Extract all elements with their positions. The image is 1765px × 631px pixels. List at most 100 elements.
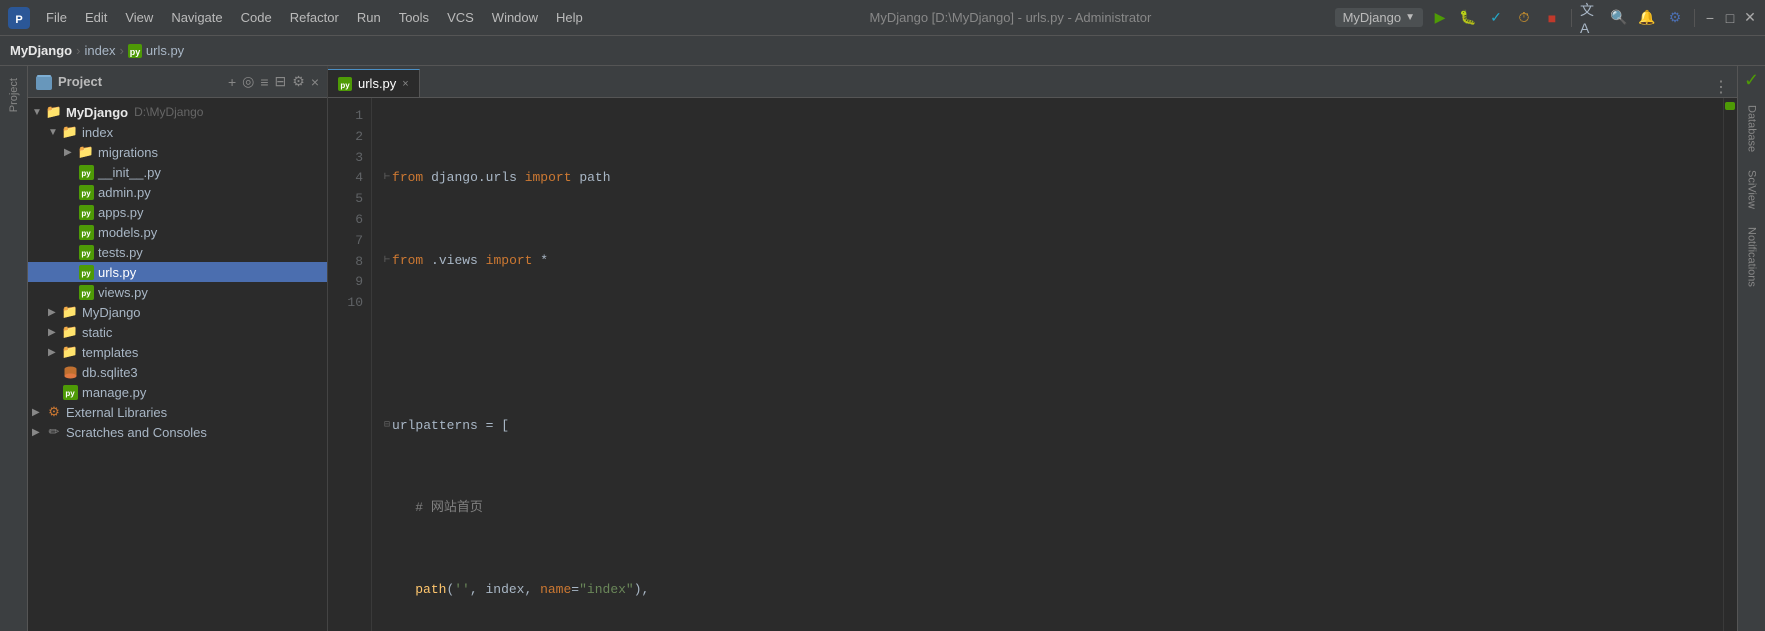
- models-file-name: models.py: [98, 225, 157, 240]
- tree-index-folder[interactable]: ▼ 📁 index: [28, 122, 327, 142]
- breadcrumb-folder[interactable]: index: [84, 43, 115, 58]
- tree-views[interactable]: ▶ py views.py: [28, 282, 327, 302]
- notifications-panel-button[interactable]: Notifications: [1744, 219, 1760, 295]
- tab-bar: py urls.py × ⋮: [328, 66, 1737, 98]
- locate-icon[interactable]: ◎: [242, 73, 254, 90]
- tests-file-name: tests.py: [98, 245, 143, 260]
- templates-folder-name: templates: [82, 345, 138, 360]
- tree-apps[interactable]: ▶ py apps.py: [28, 202, 327, 222]
- static-folder-name: static: [82, 325, 112, 340]
- toolbar-separator: [1571, 9, 1572, 27]
- profile-button[interactable]: ⏱: [1513, 7, 1535, 29]
- root-folder-icon: 📁: [46, 104, 62, 120]
- svg-text:py: py: [81, 249, 91, 258]
- tab-overflow-menu[interactable]: ⋮: [1705, 77, 1737, 97]
- coverage-button[interactable]: ✓: [1485, 7, 1507, 29]
- menu-run[interactable]: Run: [349, 8, 389, 27]
- tree-static[interactable]: ▶ 📁 static: [28, 322, 327, 342]
- run-config-name: MyDjango: [1343, 10, 1402, 25]
- static-folder-icon: 📁: [62, 324, 78, 340]
- tests-file-icon: py: [78, 244, 94, 260]
- index-arrow: ▼: [48, 127, 62, 138]
- translate-button[interactable]: 文A: [1580, 7, 1602, 29]
- menu-help[interactable]: Help: [548, 8, 591, 27]
- views-file-name: views.py: [98, 285, 148, 300]
- tree-view: ▼ 📁 MyDjango D:\MyDjango ▼ 📁 index ▶ 📁 m…: [28, 98, 327, 631]
- menu-tools[interactable]: Tools: [391, 8, 437, 27]
- expand-all-icon[interactable]: ≡: [260, 74, 268, 90]
- tree-admin[interactable]: ▶ py admin.py: [28, 182, 327, 202]
- tree-tests[interactable]: ▶ py tests.py: [28, 242, 327, 262]
- tree-scratches[interactable]: ▶ ✏ Scratches and Consoles: [28, 422, 327, 442]
- breadcrumb: MyDjango › index › py urls.py: [0, 36, 1765, 66]
- menu-window[interactable]: Window: [484, 8, 546, 27]
- database-panel-button[interactable]: Database: [1744, 97, 1760, 160]
- fold-icon-2[interactable]: ⊢: [384, 251, 390, 271]
- debug-button[interactable]: 🐛: [1457, 7, 1479, 29]
- menu-view[interactable]: View: [117, 8, 161, 27]
- tree-db[interactable]: ▶ db.sqlite3: [28, 362, 327, 382]
- add-icon[interactable]: +: [228, 74, 236, 90]
- breadcrumb-project[interactable]: MyDjango: [10, 43, 72, 58]
- menu-refactor[interactable]: Refactor: [282, 8, 347, 27]
- admin-file-name: admin.py: [98, 185, 151, 200]
- options-icon[interactable]: ⚙: [292, 73, 305, 90]
- templates-arrow: ▶: [48, 347, 62, 358]
- index-folder-icon: 📁: [62, 124, 78, 140]
- scratches-name: Scratches and Consoles: [66, 425, 207, 440]
- toolbar-right: MyDjango ▼ ▶ 🐛 ✓ ⏱ ■ 文A 🔍 🔔 ⚙ − □ ✕: [1335, 7, 1757, 29]
- root-path: D:\MyDjango: [134, 105, 203, 119]
- settings-button[interactable]: ⚙: [1664, 7, 1686, 29]
- minimize-button[interactable]: −: [1703, 11, 1717, 25]
- tab-label: urls.py: [358, 76, 396, 91]
- tree-manage[interactable]: ▶ py manage.py: [28, 382, 327, 402]
- maximize-button[interactable]: □: [1723, 11, 1737, 25]
- toolbar-separator-2: [1694, 9, 1695, 27]
- code-line-2: ⊢from .views import *: [384, 251, 1711, 271]
- breadcrumb-file[interactable]: py urls.py: [128, 43, 184, 58]
- menu-code[interactable]: Code: [233, 8, 280, 27]
- update-button[interactable]: 🔔: [1636, 7, 1658, 29]
- tree-models[interactable]: ▶ py models.py: [28, 222, 327, 242]
- titlebar: P File Edit View Navigate Code Refactor …: [0, 0, 1765, 36]
- fold-icon-1[interactable]: ⊢: [384, 168, 390, 188]
- menu-bar: File Edit View Navigate Code Refactor Ru…: [38, 8, 686, 27]
- tab-urls[interactable]: py urls.py ×: [328, 69, 420, 97]
- code-line-3: [384, 333, 1711, 353]
- tree-templates[interactable]: ▶ 📁 templates: [28, 342, 327, 362]
- tree-mydjango-folder[interactable]: ▶ 📁 MyDjango: [28, 302, 327, 322]
- code-content[interactable]: ⊢from django.urls import path ⊢from .vie…: [372, 98, 1723, 631]
- search-button[interactable]: 🔍: [1608, 7, 1630, 29]
- scratches-icon: ✏: [46, 424, 62, 440]
- menu-navigate[interactable]: Navigate: [163, 8, 230, 27]
- tab-close-button[interactable]: ×: [402, 78, 408, 90]
- stop-button[interactable]: ■: [1541, 7, 1563, 29]
- menu-vcs[interactable]: VCS: [439, 8, 482, 27]
- project-panel-label[interactable]: Project: [6, 74, 22, 116]
- apps-file-name: apps.py: [98, 205, 144, 220]
- fold-icon-4[interactable]: ⊟: [384, 416, 390, 436]
- db-file-icon: [62, 364, 78, 380]
- menu-edit[interactable]: Edit: [77, 8, 115, 27]
- scview-panel-button[interactable]: SciView: [1744, 162, 1760, 217]
- close-panel-icon[interactable]: ×: [311, 74, 319, 90]
- ext-arrow: ▶: [32, 407, 46, 418]
- run-config-selector[interactable]: MyDjango ▼: [1335, 8, 1423, 27]
- init-file-name: __init__.py: [98, 165, 161, 180]
- tree-init[interactable]: ▶ py __init__.py: [28, 162, 327, 182]
- check-indicator: [1725, 102, 1735, 110]
- run-button[interactable]: ▶: [1429, 7, 1451, 29]
- breadcrumb-sep-2: ›: [120, 43, 124, 58]
- tree-external-libs[interactable]: ▶ ⚙ External Libraries: [28, 402, 327, 422]
- vertical-scrollbar[interactable]: [1723, 98, 1737, 631]
- tree-urls[interactable]: ▶ py urls.py: [28, 262, 327, 282]
- check-mark-icon: ✓: [1744, 70, 1759, 91]
- code-editor[interactable]: 1 2 3 4 5 6 7 8 9 10 ⊢from django.urls i…: [328, 98, 1737, 631]
- close-button[interactable]: ✕: [1743, 11, 1757, 25]
- tree-root[interactable]: ▼ 📁 MyDjango D:\MyDjango: [28, 102, 327, 122]
- collapse-all-icon[interactable]: ⊟: [275, 73, 287, 90]
- mydjango-folder-icon: 📁: [62, 304, 78, 320]
- code-line-1: ⊢from django.urls import path: [384, 168, 1711, 188]
- tree-migrations[interactable]: ▶ 📁 migrations: [28, 142, 327, 162]
- menu-file[interactable]: File: [38, 8, 75, 27]
